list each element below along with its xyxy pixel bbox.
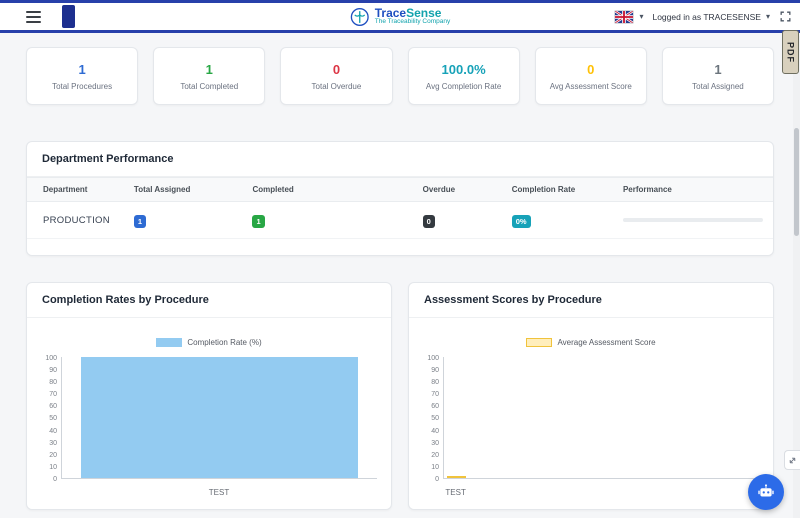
stat-value: 1 xyxy=(205,61,213,77)
pdf-tab[interactable]: PDF xyxy=(782,30,799,74)
legend-swatch xyxy=(156,338,183,347)
language-flag-icon[interactable] xyxy=(614,9,635,24)
stat-card-avg-completion-rate: 100.0% Avg Completion Rate xyxy=(407,47,520,105)
language-chevron-down-icon[interactable]: ▾ xyxy=(639,12,643,21)
completion-rate-badge: 0% xyxy=(511,215,531,228)
plot-area xyxy=(443,357,759,479)
user-chevron-down-icon[interactable]: ▾ xyxy=(766,12,770,21)
tracesense-logo-icon xyxy=(350,7,369,26)
stat-value: 0 xyxy=(332,61,341,77)
resize-handle[interactable] xyxy=(784,450,800,470)
stat-label: Total Assigned xyxy=(692,81,744,91)
y-axis-ticks: 100 90 80 70 60 50 40 30 20 10 0 xyxy=(427,355,439,483)
stat-card-total-assigned: 1 Total Assigned xyxy=(661,47,775,105)
department-name: PRODUCTION xyxy=(27,201,124,239)
fullscreen-icon[interactable] xyxy=(779,10,792,23)
completion-rates-chart-card: Completion Rates by Procedure Completion… xyxy=(26,282,392,510)
legend-label: Completion Rate (%) xyxy=(187,338,262,347)
x-axis-labels: TEST xyxy=(445,488,466,497)
stat-label: Avg Completion Rate xyxy=(425,81,502,91)
brand-name: TraceSense xyxy=(374,5,442,20)
completion-chart-title: Completion Rates by Procedure xyxy=(27,283,391,318)
charts-row: Completion Rates by Procedure Completion… xyxy=(26,282,774,510)
stat-value: 1 xyxy=(78,61,86,77)
legend-label: Average Assessment Score xyxy=(557,338,656,347)
chatbot-fab[interactable] xyxy=(748,474,784,510)
column-header-completed: Completed xyxy=(242,177,413,202)
stat-value: 0 xyxy=(587,61,595,77)
stat-card-total-completed: 1 Total Completed xyxy=(153,47,266,105)
department-performance-title: Department Performance xyxy=(27,142,773,177)
overdue-badge: 0 xyxy=(422,215,435,228)
resize-arrows-icon xyxy=(789,457,796,463)
completed-badge: 1 xyxy=(252,215,265,228)
stat-value: 1 xyxy=(714,61,722,77)
legend-swatch xyxy=(526,338,553,347)
menu-icon[interactable] xyxy=(26,8,41,26)
stat-label: Total Completed xyxy=(180,81,239,91)
plot-area xyxy=(61,357,377,479)
assessment-chart-title: Assessment Scores by Procedure xyxy=(409,283,773,318)
scrollbar-thumb[interactable] xyxy=(794,128,799,236)
header: TraceSense The Traceability Company ▾ Lo… xyxy=(0,3,800,33)
column-header-total-assigned: Total Assigned xyxy=(123,177,243,202)
stats-row: 1 Total Procedures 1 Total Completed 0 T… xyxy=(26,47,775,105)
column-header-completion-rate: Completion Rate xyxy=(501,177,613,202)
brand-tagline: The Traceability Company xyxy=(374,18,451,26)
chart-legend: Average Assessment Score xyxy=(423,338,759,347)
stat-label: Total Overdue xyxy=(311,81,362,91)
performance-bar-track xyxy=(622,218,763,222)
brand-logo: TraceSense The Traceability Company xyxy=(350,5,451,27)
stat-label: Total Procedures xyxy=(52,81,113,91)
robot-icon xyxy=(758,484,774,497)
table-row: PRODUCTION 1 1 0 0% xyxy=(27,201,773,239)
department-table: Department Total Assigned Completed Over… xyxy=(27,177,773,239)
department-performance-card: Department Performance Department Total … xyxy=(26,141,774,256)
chart-legend: Completion Rate (%) xyxy=(41,338,377,347)
stat-label: Avg Assessment Score xyxy=(549,81,632,91)
y-axis-ticks: 100 90 80 70 60 50 40 30 20 10 0 xyxy=(45,355,57,483)
assessment-scores-chart-card: Assessment Scores by Procedure Average A… xyxy=(408,282,774,510)
column-header-overdue: Overdue xyxy=(412,177,502,202)
table-header-row: Department Total Assigned Completed Over… xyxy=(27,177,773,202)
total-assigned-badge: 1 xyxy=(133,215,147,228)
scrollbar[interactable] xyxy=(793,36,800,518)
stat-value: 100.0% xyxy=(441,61,486,77)
column-header-performance: Performance xyxy=(612,177,773,202)
user-menu-label[interactable]: Logged in as TRACESENSE xyxy=(652,12,761,22)
stat-card-total-procedures: 1 Total Procedures xyxy=(26,47,139,105)
stat-card-total-overdue: 0 Total Overdue xyxy=(280,47,393,105)
column-header-department: Department xyxy=(27,177,124,202)
completion-chart: Completion Rate (%) 100 90 80 70 60 50 40 30 20 1… xyxy=(27,318,391,506)
sidebar-collapsed-strip xyxy=(62,5,75,28)
x-axis-labels: TEST xyxy=(208,488,230,497)
assessment-chart: Average Assessment Score 100 90 80 70 60 50 40… xyxy=(409,318,773,506)
stat-card-avg-assessment-score: 0 Avg Assessment Score xyxy=(534,47,647,105)
